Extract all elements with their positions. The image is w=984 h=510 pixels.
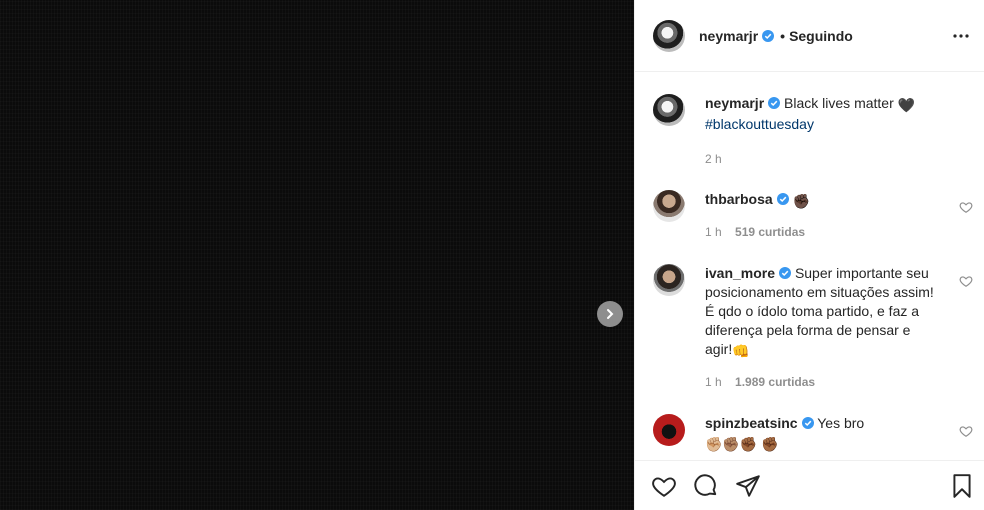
comment-time[interactable]: 1 h bbox=[705, 225, 722, 239]
verified-icon bbox=[801, 417, 814, 429]
comment-item: ivan_more Super importante seu posiciona… bbox=[653, 264, 973, 389]
commenter-avatar[interactable] bbox=[653, 264, 685, 296]
comment-likes[interactable]: 1.989 curtidas bbox=[735, 375, 815, 389]
comment-likes[interactable]: 519 curtidas bbox=[735, 225, 805, 239]
comment-username[interactable]: spinzbeatsinc bbox=[705, 415, 798, 431]
share-icon[interactable] bbox=[735, 473, 761, 499]
chevron-right-icon bbox=[607, 309, 614, 319]
comment-item: spinzbeatsinc Yes bro ✊🏼✊🏽✊🏾 ✊🏾 bbox=[653, 414, 973, 454]
comment-username[interactable]: ivan_more bbox=[705, 265, 775, 281]
caption-text: Black lives matter bbox=[784, 95, 894, 111]
like-comment-icon[interactable] bbox=[959, 424, 973, 438]
post-actions-bar bbox=[635, 460, 984, 510]
caption-time[interactable]: 2 h bbox=[705, 152, 722, 166]
author-username[interactable]: neymarjr bbox=[699, 28, 758, 44]
comment-time[interactable]: 1 h bbox=[705, 375, 722, 389]
follow-separator: • bbox=[780, 27, 786, 44]
caption-username[interactable]: neymarjr bbox=[705, 95, 764, 111]
comment-emoji: ✊🏿 bbox=[792, 193, 811, 209]
verified-icon bbox=[776, 193, 789, 205]
post-media bbox=[0, 0, 634, 510]
post-side-panel: neymarjr • Seguindo neymarjr Black lives… bbox=[634, 0, 984, 510]
caption-meta: 2 h bbox=[705, 152, 973, 166]
caption: neymarjr Black lives matter 🖤 #blackoutt… bbox=[653, 94, 973, 166]
bookmark-icon[interactable] bbox=[949, 473, 975, 499]
caption-body: neymarjr Black lives matter 🖤 #blackoutt… bbox=[705, 94, 935, 134]
comment-body: thbarbosa ✊🏿 bbox=[705, 190, 935, 211]
comment-body: spinzbeatsinc Yes bro ✊🏼✊🏽✊🏾 ✊🏾 bbox=[705, 414, 935, 454]
more-options-button[interactable] bbox=[949, 24, 973, 48]
black-heart-emoji: 🖤 bbox=[897, 97, 916, 113]
comment-username[interactable]: thbarbosa bbox=[705, 191, 773, 207]
author-avatar[interactable] bbox=[653, 94, 685, 126]
verified-icon bbox=[779, 267, 792, 279]
comment-item: thbarbosa ✊🏿 1 h 519 curtidas bbox=[653, 190, 973, 239]
comment-emoji: ✊🏼✊🏽✊🏾 ✊🏾 bbox=[705, 436, 779, 452]
next-slide-button[interactable] bbox=[597, 301, 623, 327]
comment-emoji: 👊 bbox=[732, 343, 750, 359]
comment-meta: 1 h 1.989 curtidas bbox=[705, 375, 973, 389]
heart-icon[interactable] bbox=[651, 473, 677, 499]
hashtag-link[interactable]: #blackouttuesday bbox=[705, 116, 814, 132]
more-icon bbox=[953, 34, 969, 38]
verified-icon bbox=[762, 29, 775, 42]
commenter-avatar[interactable] bbox=[653, 190, 685, 222]
comment-text: Yes bro bbox=[817, 415, 865, 431]
verified-icon bbox=[768, 97, 781, 109]
comment-meta: 1 h 519 curtidas bbox=[705, 225, 973, 239]
following-button[interactable]: Seguindo bbox=[789, 28, 853, 44]
comment-icon[interactable] bbox=[693, 473, 719, 499]
commenter-avatar[interactable] bbox=[653, 414, 685, 446]
author-avatar[interactable] bbox=[653, 19, 685, 52]
like-comment-icon[interactable] bbox=[959, 200, 973, 214]
post-header: neymarjr • Seguindo bbox=[635, 0, 984, 72]
like-comment-icon[interactable] bbox=[959, 274, 973, 288]
comment-body: ivan_more Super importante seu posiciona… bbox=[705, 264, 935, 361]
